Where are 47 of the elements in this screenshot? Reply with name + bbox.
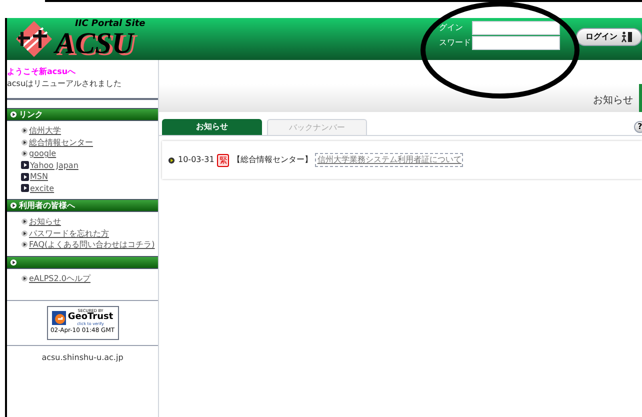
- site-address: acsu.shinshu-u.ac.jp: [42, 352, 124, 364]
- arrow-bullet-icon: [21, 150, 28, 158]
- external-link-icon: [21, 184, 29, 192]
- logo-mark-icon: [15, 20, 53, 58]
- seal-brand: GeoTrust: [68, 313, 114, 322]
- sidebar-link[interactable]: 総合情報センター: [29, 136, 93, 148]
- sidebar-link[interactable]: FAQ(よくある問い合わせはコチラ): [29, 239, 155, 250]
- login-field[interactable]: [472, 21, 560, 35]
- arrow-bullet-icon: [21, 127, 28, 134]
- news-date: 10-03-31: [178, 154, 214, 166]
- arrow-bullet-icon: [21, 241, 28, 248]
- page-heading: お知らせ: [593, 94, 633, 108]
- bullet-icon: [10, 202, 17, 209]
- bullet-icon: [10, 111, 17, 118]
- sidebar-link[interactable]: excite: [30, 182, 54, 194]
- news-source: 【総合情報センター】: [232, 154, 312, 166]
- door-icon: [620, 31, 632, 43]
- tab[interactable]: お知らせ: [162, 119, 262, 135]
- section-title: 利用者の皆様へ: [19, 200, 75, 212]
- login-label: グイン: [439, 22, 464, 34]
- bullet-icon: [168, 156, 175, 164]
- sidebar-link[interactable]: eALPS2.0ヘルプ: [29, 272, 90, 284]
- section-title: リンク: [19, 108, 43, 120]
- sidebar-link[interactable]: MSN: [30, 171, 48, 182]
- password-field[interactable]: [472, 36, 560, 50]
- welcome-text: acsuはリニューアルされました: [7, 78, 123, 90]
- urgent-badge: 緊: [217, 154, 230, 166]
- login-button[interactable]: ログイン: [576, 28, 642, 46]
- arrow-bullet-icon: [21, 138, 28, 146]
- external-link-icon: [21, 172, 29, 181]
- logo-text: ACSU: [55, 28, 136, 58]
- password-label: スワード: [439, 37, 472, 49]
- bullet-icon: [10, 258, 17, 266]
- help-icon[interactable]: ?: [634, 121, 642, 133]
- sidebar-link[interactable]: Yahoo Japan: [30, 160, 78, 171]
- arrow-bullet-icon: [21, 274, 28, 282]
- sidebar-link[interactable]: 信州大学: [29, 125, 61, 136]
- sidebar-link[interactable]: google: [29, 148, 56, 160]
- sidebar-link[interactable]: パスワードを忘れた方: [29, 228, 109, 239]
- news-link[interactable]: 信州大学業務システム利用者証について: [315, 153, 464, 167]
- arrow-bullet-icon: [21, 230, 28, 237]
- external-link-icon: [21, 161, 29, 170]
- logo-subtitle: IIC Portal Site: [75, 20, 146, 28]
- welcome-title: ようこそ新acsuへ: [7, 66, 77, 78]
- sidebar-link[interactable]: お知らせ: [29, 216, 61, 228]
- arrow-bullet-icon: [21, 218, 28, 226]
- seal-logo-icon: [52, 310, 66, 324]
